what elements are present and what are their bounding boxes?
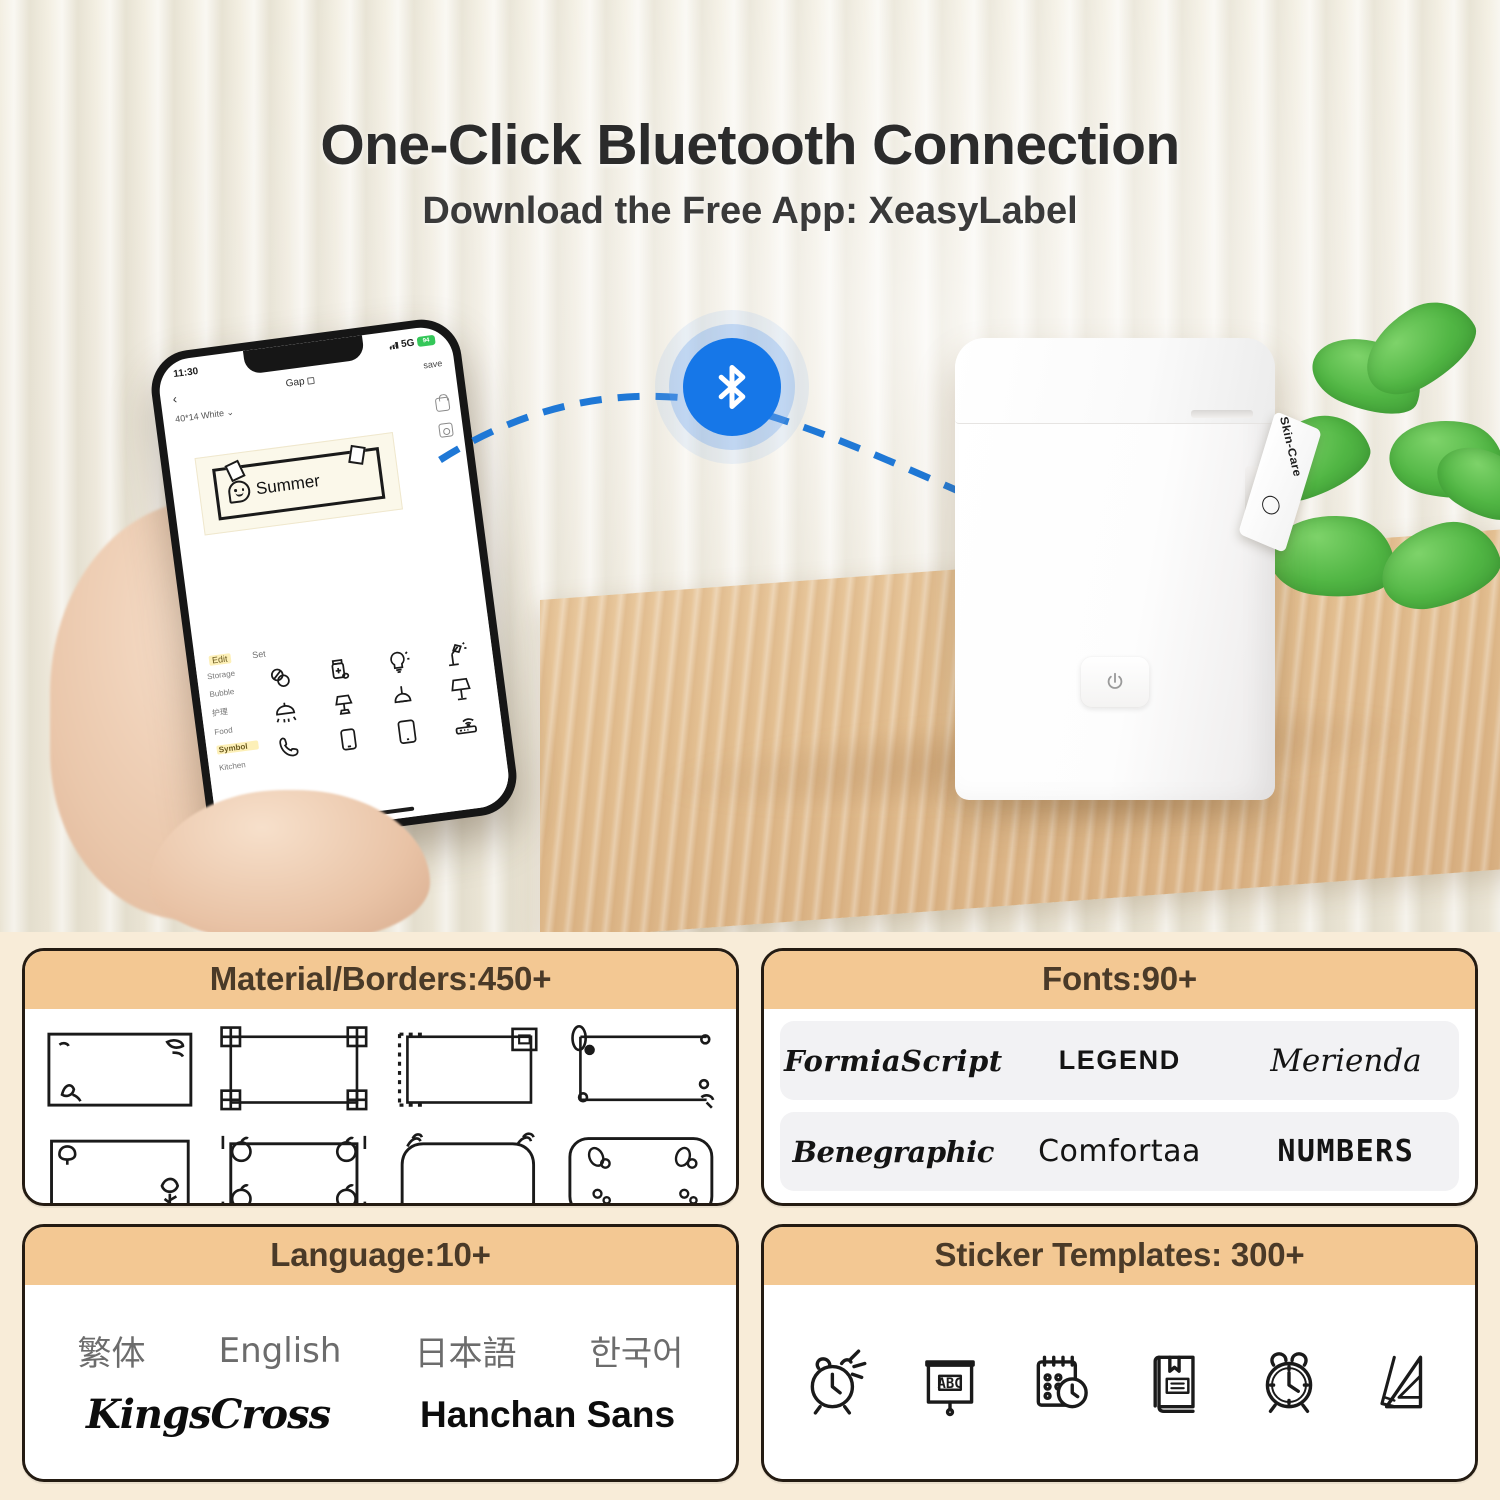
tab-set[interactable]: Set	[252, 649, 267, 661]
sticker-icon-row[interactable]: ABC	[780, 1297, 1459, 1467]
ruler-triangle-icon[interactable]	[1365, 1345, 1439, 1419]
alarm-clock-ringing-icon[interactable]	[800, 1345, 874, 1419]
phone-handset-icon[interactable]	[259, 729, 319, 766]
app-nav-title: Gap	[285, 375, 306, 390]
font-sample-comfortaa[interactable]: Comfortaa	[1006, 1134, 1232, 1169]
language-list[interactable]: 繁体 English 日本語 한국어	[41, 1326, 720, 1375]
category-care[interactable]: 护理	[211, 703, 254, 719]
font-sample-formiascript[interactable]: FormiaScript	[780, 1044, 1007, 1078]
language-traditional-chinese[interactable]: 繁体	[78, 1326, 146, 1375]
border-knot-corners[interactable]	[215, 1021, 373, 1116]
font-sample-kingscross[interactable]: KingsCross	[86, 1391, 331, 1438]
language-korean[interactable]: 한국어	[590, 1326, 684, 1375]
font-sample-merienda[interactable]: Merienda	[1233, 1043, 1459, 1079]
page-subtitle: Download the Free App: XeasyLabel	[422, 190, 1078, 232]
power-icon	[1107, 672, 1123, 689]
wifi-router-icon[interactable]	[435, 706, 495, 743]
floor-lamp-icon[interactable]	[430, 671, 490, 708]
ceiling-light-icon[interactable]	[255, 694, 315, 731]
language-font-list[interactable]: KingsCross Hanchan Sans	[41, 1391, 720, 1438]
calendar-clock-icon[interactable]	[1026, 1345, 1100, 1419]
label-size-selector[interactable]: 40*14 White ⌄	[175, 406, 235, 425]
lightbulb-icon[interactable]	[367, 644, 427, 681]
alarm-clock-icon[interactable]	[1252, 1345, 1326, 1419]
feature-panels: Material/Borders:450+ Fonts:90+ FormiaSc…	[0, 932, 1500, 1500]
font-sample-hanchan-sans[interactable]: Hanchan Sans	[420, 1394, 675, 1436]
panel-language: Language:10+ 繁体 English 日本語 한국어 KingsCro…	[22, 1224, 739, 1482]
font-row-1[interactable]: FormiaScript LEGEND Merienda	[780, 1021, 1459, 1100]
font-sample-numbers[interactable]: NUMBERS	[1233, 1134, 1459, 1169]
edit-icon[interactable]	[307, 376, 315, 385]
face-icon	[1259, 492, 1282, 518]
panel-stickers: Sticker Templates: 300+ ABC	[761, 1224, 1478, 1482]
bluetooth-icon	[683, 338, 781, 436]
font-sample-legend[interactable]: LEGEND	[1007, 1045, 1233, 1076]
font-row-2[interactable]: Benegraphic Comfortaa NUMBERS	[780, 1112, 1459, 1191]
border-apple-corners[interactable]	[215, 1128, 373, 1203]
font-sample-benegraphic[interactable]: Benegraphic	[780, 1135, 1006, 1169]
status-time: 11:30	[172, 365, 199, 380]
panel-fonts-body: FormiaScript LEGEND Merienda Benegraphic…	[764, 1009, 1475, 1203]
desk-lamp-icon[interactable]	[426, 636, 486, 673]
printer-tape-slot	[1191, 410, 1253, 418]
panel-stickers-body: ABC	[764, 1285, 1475, 1479]
medicine-bottle-icon[interactable]	[309, 652, 369, 689]
border-dots-circles[interactable]	[562, 1021, 720, 1116]
tablet-icon[interactable]	[376, 713, 436, 750]
tape-text: Skin-Care	[1277, 415, 1305, 478]
category-bubble[interactable]: Bubble	[209, 685, 252, 699]
panel-materials-title: Material/Borders:450+	[25, 951, 736, 1009]
label-preview-canvas[interactable]: Summer	[194, 432, 403, 536]
language-japanese[interactable]: 日本語	[415, 1326, 517, 1375]
page-title: One-Click Bluetooth Connection	[320, 113, 1180, 177]
panel-language-title: Language:10+	[25, 1227, 736, 1285]
border-petals-rounded[interactable]	[562, 1128, 720, 1203]
border-mushroom[interactable]	[41, 1128, 199, 1203]
panel-materials: Material/Borders:450+	[22, 948, 739, 1206]
smartphone-icon[interactable]	[318, 721, 378, 758]
network-label: 5G	[400, 337, 416, 350]
border-leaf-corner[interactable]	[41, 1021, 199, 1116]
panel-language-body: 繁体 English 日本語 한국어 KingsCross Hanchan Sa…	[25, 1285, 736, 1479]
panel-stickers-title: Sticker Templates: 300+	[764, 1227, 1475, 1285]
smiley-face-icon	[226, 479, 252, 504]
power-button[interactable]	[1080, 656, 1150, 708]
panel-fonts: Fonts:90+ FormiaScript LEGEND Merienda B…	[761, 948, 1478, 1206]
bluetooth-glyph	[718, 365, 746, 409]
language-english[interactable]: English	[219, 1331, 342, 1371]
product-page: One-Click Bluetooth Connection Download …	[0, 0, 1500, 1500]
pendant-light-icon[interactable]	[372, 679, 432, 716]
back-button[interactable]: ‹	[172, 390, 178, 405]
label-printer	[955, 338, 1275, 800]
border-arched-top[interactable]	[389, 1128, 547, 1203]
pills-icon[interactable]	[250, 659, 310, 696]
category-food[interactable]: Food	[214, 722, 257, 737]
category-kitchen[interactable]: Kitchen	[219, 758, 262, 772]
hero-section: One-Click Bluetooth Connection Download …	[0, 0, 1500, 932]
book-bookmark-icon[interactable]	[1139, 1345, 1213, 1419]
border-dotted-frame[interactable]	[389, 1021, 547, 1116]
panel-materials-body	[25, 1009, 736, 1203]
label-border-frame: Summer	[212, 447, 386, 521]
table-lamp-icon[interactable]	[313, 686, 373, 723]
category-symbol[interactable]: Symbol	[216, 740, 260, 755]
signal-icon	[389, 341, 399, 350]
border-thumbnail-grid[interactable]	[41, 1021, 720, 1203]
tab-edit[interactable]: Edit	[208, 653, 232, 666]
abc-presentation-board-icon[interactable]: ABC	[913, 1345, 987, 1419]
label-text[interactable]: Summer	[255, 471, 321, 499]
category-storage[interactable]: Storage	[207, 667, 250, 682]
panel-fonts-title: Fonts:90+	[764, 951, 1475, 1009]
